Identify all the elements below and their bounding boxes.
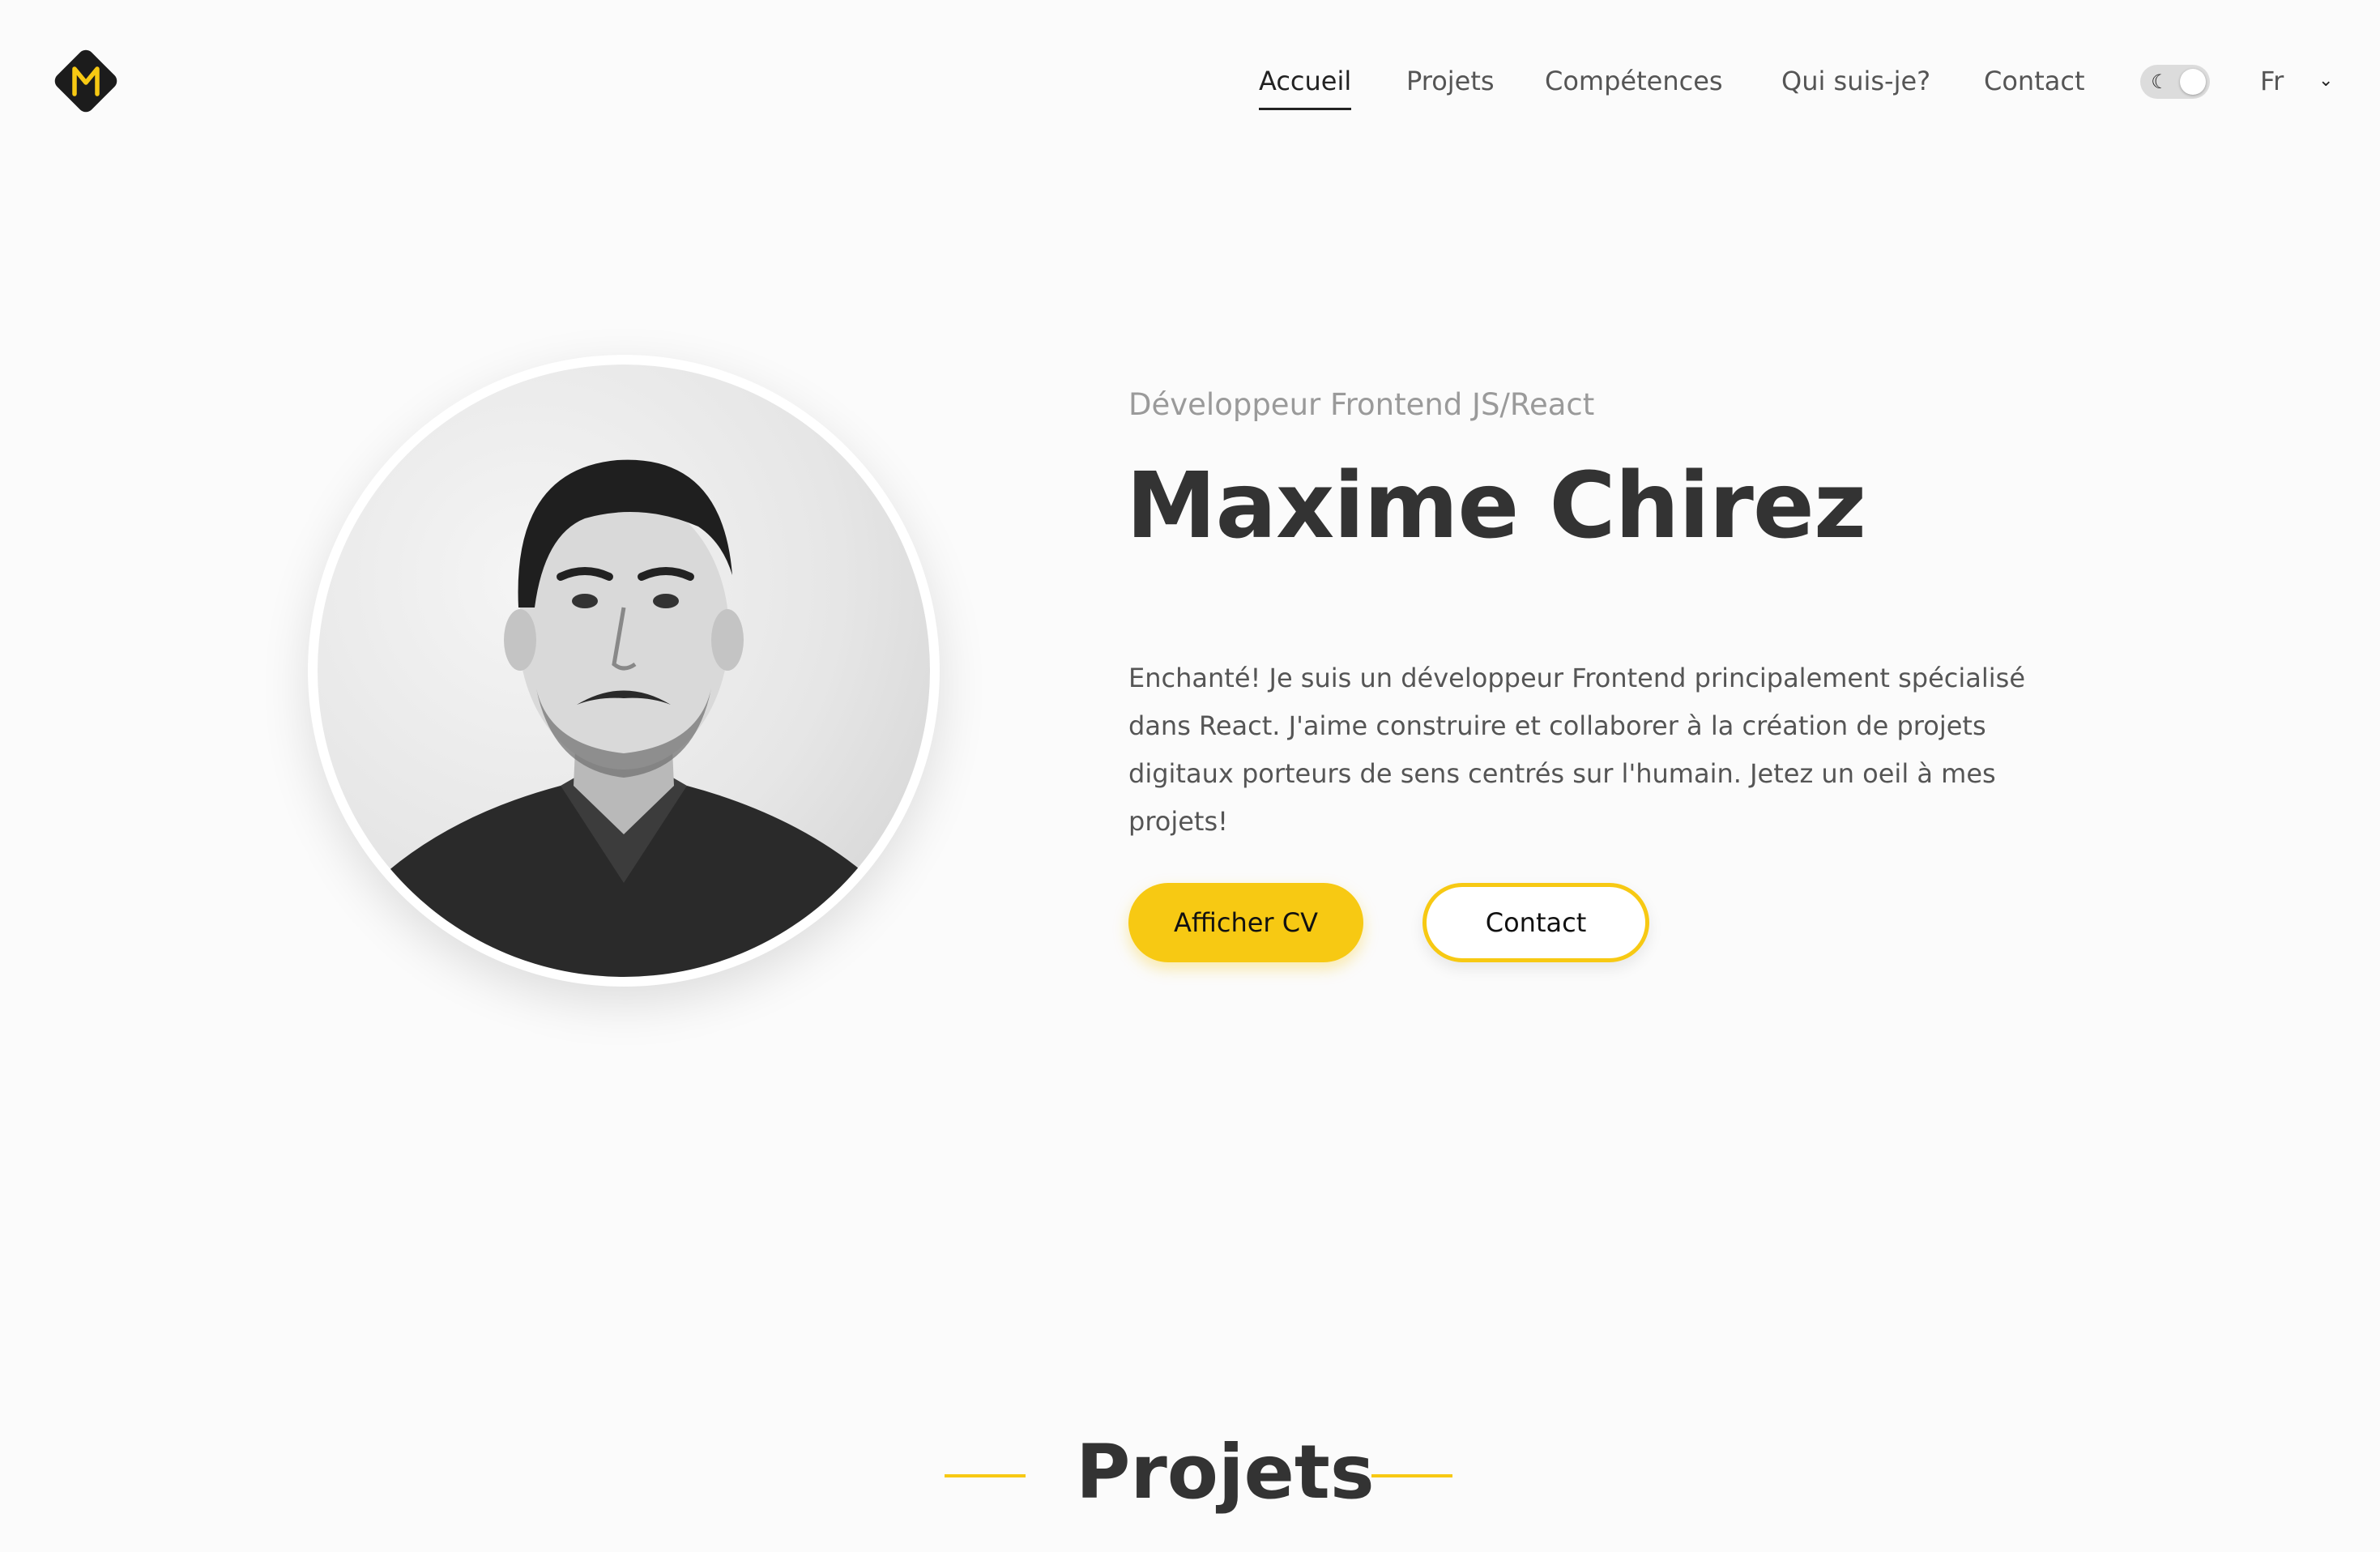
- nav-item-projets[interactable]: Projets: [1406, 57, 1495, 105]
- section-title-projets: Projets: [1076, 1429, 1375, 1516]
- contact-button[interactable]: Contact: [1422, 883, 1649, 962]
- section-divider-left: [945, 1474, 1026, 1477]
- hero-intro: Enchanté! Je suis un développeur Fronten…: [1128, 663, 2026, 837]
- language-label: Fr: [2260, 66, 2284, 96]
- section-divider-right: [1371, 1474, 1452, 1477]
- hero-subtitle: Développeur Frontend JS/React: [1128, 387, 1595, 422]
- avatar-frame: [308, 355, 940, 987]
- show-cv-button[interactable]: Afficher CV: [1128, 883, 1363, 962]
- theme-toggle[interactable]: ☾: [2140, 65, 2210, 99]
- toggle-knob: [2180, 69, 2206, 95]
- language-select[interactable]: Fr ⌄: [2260, 57, 2341, 105]
- nav-item-qui-suis-je[interactable]: Qui suis-je?: [1781, 57, 1930, 105]
- nav-item-competences[interactable]: Compétences: [1545, 57, 1723, 105]
- chevron-down-icon: ⌄: [2318, 70, 2334, 91]
- portrait-illustration: [366, 459, 885, 977]
- hero-name: Maxime Chirez: [1126, 454, 1866, 559]
- nav-item-contact[interactable]: Contact: [1984, 57, 2085, 105]
- main-nav: Accueil Projets Compétences Qui suis-je?…: [0, 57, 2380, 110]
- nav-item-accueil[interactable]: Accueil: [1259, 57, 1352, 110]
- profile-photo: [318, 365, 930, 977]
- moon-icon: ☾: [2151, 70, 2169, 93]
